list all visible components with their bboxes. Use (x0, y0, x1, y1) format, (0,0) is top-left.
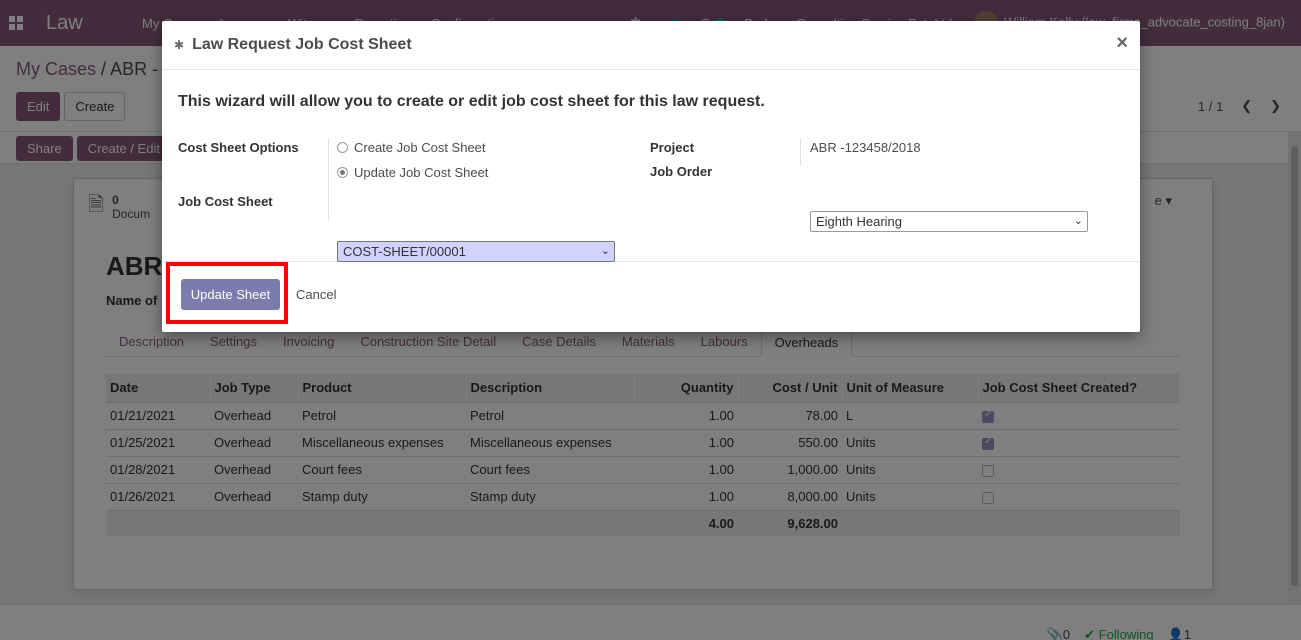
radio-button[interactable] (337, 167, 348, 178)
radio-label: Create Job Cost Sheet (354, 140, 486, 155)
job-cost-sheet-value: COST-SHEET/00001 (343, 244, 466, 259)
wizard-intro-text: This wizard will allow you to create or … (178, 93, 765, 110)
dialog-footer: Update Sheet Cancel (162, 262, 1140, 331)
chevron-down-icon: ⌄ (1073, 215, 1083, 227)
job-order-select[interactable]: Eighth Hearing ⌄ (810, 211, 1088, 232)
close-icon[interactable]: × (1116, 33, 1128, 53)
dialog-header: ✱ Law Request Job Cost Sheet × (162, 21, 1140, 70)
job-cost-sheet-select[interactable]: COST-SHEET/00001 ⌄ (337, 241, 615, 262)
radio-label: Update Job Cost Sheet (354, 165, 489, 180)
radio-create-job-cost-sheet[interactable]: Create Job Cost Sheet (337, 140, 486, 155)
dialog-title: Law Request Job Cost Sheet (192, 36, 412, 53)
job-cost-sheet-label: Job Cost Sheet (178, 194, 273, 209)
field-divider (328, 138, 329, 220)
update-sheet-button[interactable]: Update Sheet (181, 279, 280, 310)
cancel-button[interactable]: Cancel (296, 287, 336, 302)
dialog-body: This wizard will allow you to create or … (162, 70, 1140, 262)
radio-update-job-cost-sheet[interactable]: Update Job Cost Sheet (337, 165, 488, 180)
radio-button[interactable] (337, 142, 348, 153)
bug-icon: ✱ (174, 38, 185, 52)
field-divider (800, 138, 801, 166)
project-value: ABR -123458/2018 (810, 140, 921, 155)
chevron-down-icon: ⌄ (600, 245, 610, 257)
job-cost-sheet-dialog: ✱ Law Request Job Cost Sheet × This wiza… (162, 21, 1140, 332)
job-order-value: Eighth Hearing (816, 214, 902, 229)
cost-sheet-options-label: Cost Sheet Options (178, 140, 299, 155)
project-label: Project (650, 140, 695, 155)
job-order-label: Job Order (650, 164, 713, 179)
